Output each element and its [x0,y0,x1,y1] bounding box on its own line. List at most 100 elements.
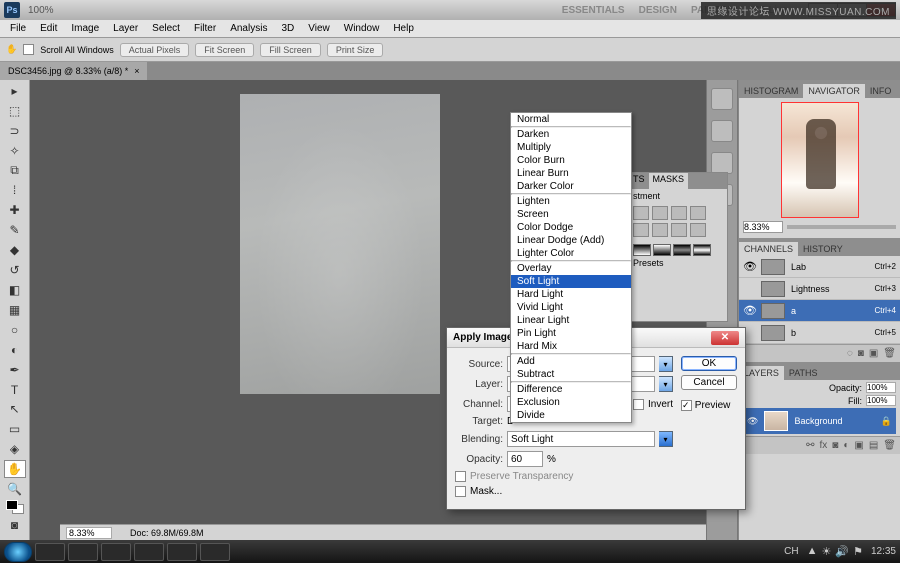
adj-icon[interactable] [671,223,687,237]
workspace-design[interactable]: DESIGN [639,5,677,16]
blend-softlight[interactable]: Soft Light [511,275,631,288]
workspace-essentials[interactable]: ESSENTIALS [562,5,625,16]
blend-add[interactable]: Add [511,355,631,368]
task-item[interactable] [101,543,131,561]
presets-label[interactable]: Presets [629,256,727,270]
tray-icon[interactable]: ☀ [822,545,832,558]
chevron-down-icon[interactable]: ▾ [659,356,673,372]
preview-checkbox[interactable] [681,400,692,411]
link-icon[interactable]: ⚯ [806,440,814,451]
print-size-button[interactable]: Print Size [327,43,384,57]
blend-linearburn[interactable]: Linear Burn [511,167,631,180]
strip-btn-1[interactable] [711,88,733,110]
wand-tool[interactable]: ✧ [4,142,26,160]
blend-hardmix[interactable]: Hard Mix [511,340,631,353]
gradient-preset[interactable] [653,244,671,256]
tray-icon[interactable]: ▲ [807,545,818,558]
blend-multiply[interactable]: Multiply [511,141,631,154]
task-item[interactable] [200,543,230,561]
blend-lighten[interactable]: Lighten [511,195,631,208]
task-item[interactable] [68,543,98,561]
blend-darken[interactable]: Darken [511,128,631,141]
adj-icon[interactable] [690,206,706,220]
menu-filter[interactable]: Filter [188,22,222,35]
type-tool[interactable]: T [4,381,26,399]
adj-icon[interactable] [633,223,649,237]
menu-analysis[interactable]: Analysis [224,22,273,35]
group-icon[interactable]: ▣ [854,440,863,451]
stamp-tool[interactable]: ◆ [4,241,26,259]
scroll-all-checkbox[interactable] [23,44,34,55]
lang-indicator[interactable]: CH [784,546,798,557]
menu-view[interactable]: View [302,22,336,35]
blend-subtract[interactable]: Subtract [511,368,631,381]
zoom-input[interactable] [66,527,112,539]
chevron-down-icon[interactable]: ▾ [659,431,673,447]
eyedropper-tool[interactable]: ⁞ [4,182,26,200]
adj-icon[interactable] [671,206,687,220]
lasso-tool[interactable]: ⊃ [4,122,26,140]
navigator-zoom-input[interactable] [743,221,783,233]
tab-info[interactable]: INFO [865,84,897,98]
invert-checkbox[interactable] [633,399,644,410]
blend-exclusion[interactable]: Exclusion [511,396,631,409]
menu-edit[interactable]: Edit [34,22,63,35]
actual-pixels-button[interactable]: Actual Pixels [120,43,190,57]
healing-tool[interactable]: ✚ [4,201,26,219]
navigator-zoom-slider[interactable] [787,225,896,229]
gradient-tool[interactable]: ▦ [4,301,26,319]
blend-vividlight[interactable]: Vivid Light [511,301,631,314]
eraser-tool[interactable]: ◧ [4,281,26,299]
brush-tool[interactable]: ✎ [4,221,26,239]
document-tab[interactable]: DSC3456.jpg @ 8.33% (a/8) * × [0,62,147,80]
blend-darkercolor[interactable]: Darker Color [511,180,631,193]
channel-a[interactable]: 👁aCtrl+4 [739,300,900,322]
trash-icon[interactable]: 🗑 [883,440,896,451]
blend-overlay[interactable]: Overlay [511,262,631,275]
adjustment-icon[interactable]: ◐ [843,440,849,451]
zoom-level[interactable]: 100% [28,5,54,16]
task-item[interactable] [134,543,164,561]
blend-pinlight[interactable]: Pin Light [511,327,631,340]
blend-colordodge[interactable]: Color Dodge [511,221,631,234]
pen-tool[interactable]: ✒ [4,361,26,379]
chevron-down-icon[interactable]: ▾ [659,376,673,392]
crop-tool[interactable]: ⧉ [4,162,26,180]
close-tab-icon[interactable]: × [134,66,139,76]
menu-window[interactable]: Window [338,22,386,35]
strip-btn-3[interactable] [711,152,733,174]
eye-icon[interactable]: 👁 [747,416,758,427]
save-selection-icon[interactable]: ◙ [858,348,864,359]
marquee-tool[interactable]: ⬚ [4,102,26,120]
eye-icon[interactable]: 👁 [743,260,755,273]
color-swatch[interactable] [6,500,24,514]
hand-tool[interactable]: ✋ [4,460,26,478]
channel-lab[interactable]: 👁LabCtrl+2 [739,256,900,278]
menu-file[interactable]: File [4,22,32,35]
tray-icon[interactable]: ⚑ [853,545,863,558]
tray-icon[interactable]: 🔊 [835,545,849,558]
clock[interactable]: 12:35 [871,546,896,557]
blend-colorburn[interactable]: Color Burn [511,154,631,167]
new-layer-icon[interactable]: ▤ [869,440,878,451]
blending-dropdown[interactable]: Soft Light [507,431,655,447]
dodge-tool[interactable]: ◐ [4,341,26,359]
blend-lightercolor[interactable]: Lighter Color [511,247,631,260]
adj-icon[interactable] [690,223,706,237]
layer-background[interactable]: 👁 Background 🔒 [743,408,896,434]
blend-difference[interactable]: Difference [511,383,631,396]
tab-history[interactable]: HISTORY [798,242,848,256]
dialog-close-button[interactable]: ✕ [711,331,739,345]
opacity-input[interactable] [866,382,896,393]
history-brush-tool[interactable]: ↺ [4,261,26,279]
blend-hardlight[interactable]: Hard Light [511,288,631,301]
quickmask-toggle[interactable]: ◙ [4,516,26,534]
load-selection-icon[interactable]: ◌ [847,348,853,359]
fx-icon[interactable]: fx [820,440,828,451]
task-item[interactable] [167,543,197,561]
fill-input[interactable] [866,395,896,406]
adj-icon[interactable] [652,223,668,237]
cancel-button[interactable]: Cancel [681,375,737,390]
menu-layer[interactable]: Layer [107,22,144,35]
gradient-preset[interactable] [633,244,651,256]
